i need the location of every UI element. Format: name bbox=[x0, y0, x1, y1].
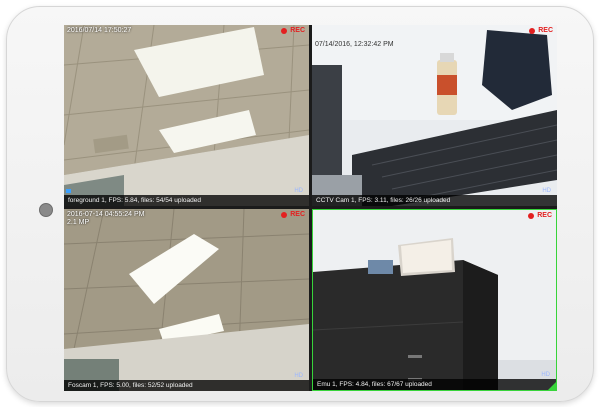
camera-4-rec-label: REC bbox=[537, 212, 552, 219]
camera-3-caption: Foscam 1, FPS: 5.00, files: 52/52 upload… bbox=[64, 380, 309, 391]
camera-3-rec-indicator: REC bbox=[281, 211, 305, 218]
camera-4-hd-icon: HD bbox=[541, 372, 550, 378]
camera-2-rec-label: REC bbox=[538, 27, 553, 34]
camera-1-image bbox=[64, 25, 309, 206]
camera-feed-4[interactable]: REC HD Emu 1, FPS: 4.84, files: 67/67 up… bbox=[312, 209, 557, 391]
rec-dot-icon bbox=[281, 27, 288, 34]
rec-dot-icon bbox=[529, 27, 536, 34]
camera-2-timestamp: 07/14/2016, 12:32:42 PM bbox=[315, 41, 394, 48]
selected-corner-icon bbox=[548, 382, 556, 390]
rec-dot-icon bbox=[281, 211, 288, 218]
camera-2-hd-icon: HD bbox=[542, 188, 551, 194]
camera-4-caption: Emu 1, FPS: 4.84, files: 67/67 uploaded bbox=[313, 379, 556, 390]
camera-feed-3[interactable]: 2016-07-14 04:55:24 PM 2.1 MP REC HD Fos… bbox=[64, 209, 309, 391]
camera-1-hd-icon: HD bbox=[294, 188, 303, 194]
rec-dot-icon bbox=[528, 212, 535, 219]
camera-grid: 2016/07/14 17:50:27 REC HD foreground 1,… bbox=[64, 25, 557, 391]
camera-3-subtitle: 2.1 MP bbox=[67, 219, 90, 226]
camera-feed-1[interactable]: 2016/07/14 17:50:27 REC HD foreground 1,… bbox=[64, 25, 309, 206]
camera-2-image bbox=[312, 25, 557, 206]
camera-1-audio-level bbox=[66, 189, 71, 193]
camera-3-hd-icon: HD bbox=[294, 373, 303, 379]
camera-1-rec-indicator: REC bbox=[281, 27, 305, 34]
home-button[interactable] bbox=[39, 203, 53, 217]
camera-3-image bbox=[64, 209, 309, 391]
camera-2-rec-indicator: REC bbox=[529, 27, 553, 34]
camera-feed-2[interactable]: 07/14/2016, 12:32:42 PM REC HD CCTV Cam … bbox=[312, 25, 557, 206]
camera-2-caption: CCTV Cam 1, FPS: 3.11, files: 26/26 uplo… bbox=[312, 195, 557, 206]
camera-3-rec-label: REC bbox=[290, 211, 305, 218]
camera-1-rec-label: REC bbox=[290, 27, 305, 34]
camera-1-caption: foreground 1, FPS: 5.84, files: 54/54 up… bbox=[64, 195, 309, 206]
camera-4-image bbox=[313, 210, 556, 390]
camera-1-timestamp: 2016/07/14 17:50:27 bbox=[67, 27, 132, 34]
camera-3-timestamp: 2016-07-14 04:55:24 PM bbox=[67, 211, 145, 218]
camera-4-rec-indicator: REC bbox=[528, 212, 552, 219]
